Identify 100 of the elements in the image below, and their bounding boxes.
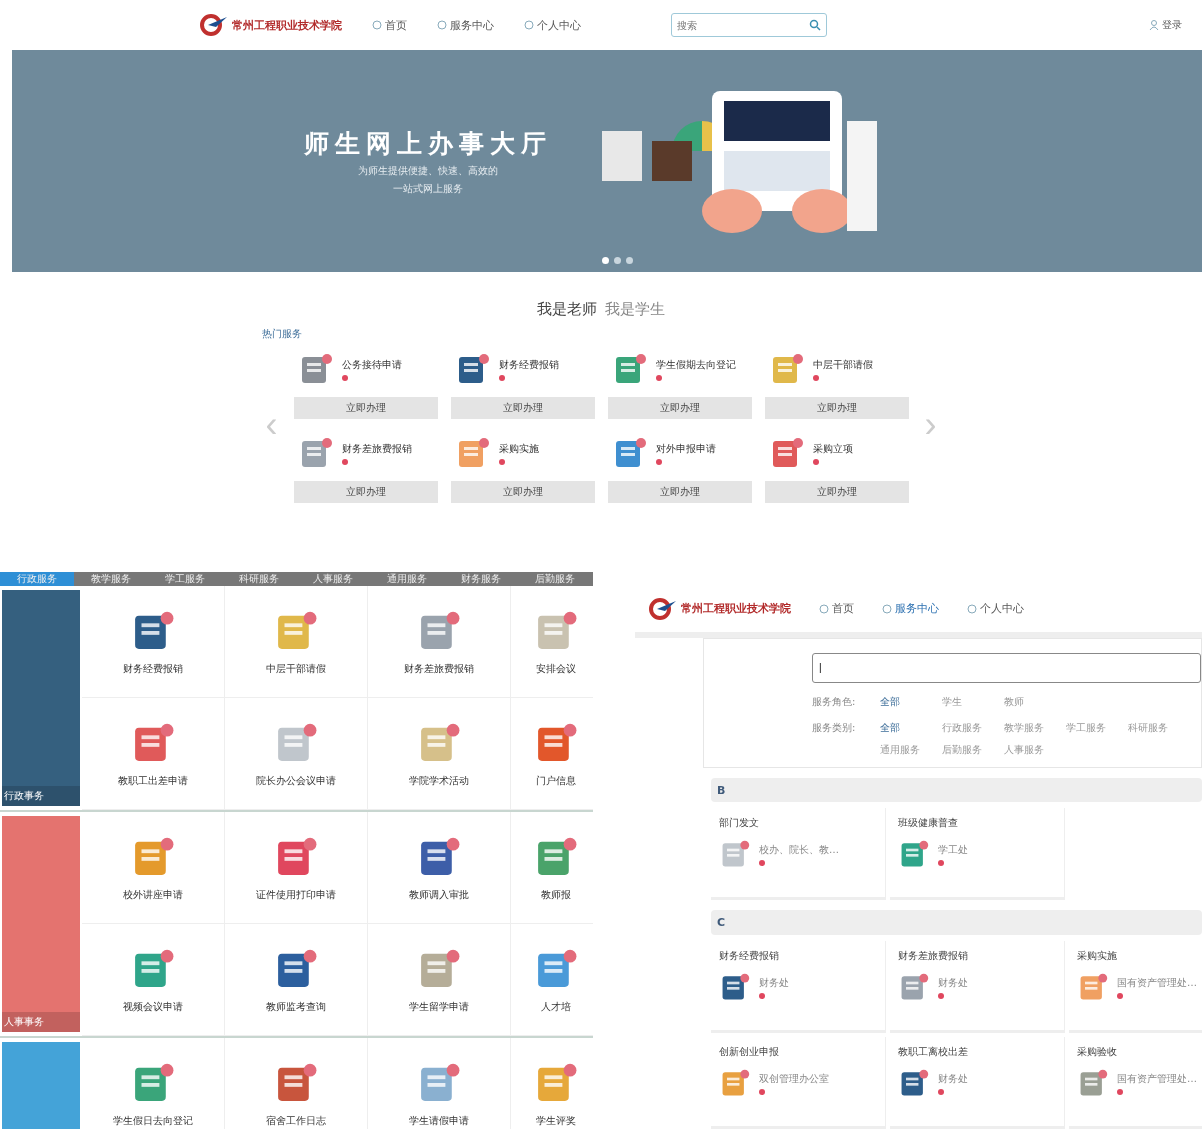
service-name: 采购实施 [498,441,539,456]
nav-icon [967,603,977,614]
service-tile[interactable]: 宿舍工作日志 [225,1038,368,1129]
search-field[interactable]: | [812,652,1201,683]
service-name: 班级健康普查 [898,816,959,831]
service-card[interactable]: 教职工离校出差 财务处 [890,1037,1065,1129]
department-text: 学工处 [938,842,968,857]
service-tile[interactable]: 视频会议申请 [82,924,225,1036]
apply-button[interactable]: 立即办理 [607,397,752,419]
service-tile[interactable]: 学生评奖 [511,1038,593,1129]
service-name: 财务经费报销 [498,357,559,372]
apply-button[interactable]: 立即办理 [764,481,909,503]
service-card[interactable]: 采购验收 国有资产管理处… [1069,1037,1202,1129]
service-name: 采购立项 [812,441,853,456]
service-tile[interactable]: 中层干部请假 [225,586,368,698]
service-name: 采购验收 [1077,1045,1118,1059]
service-tile[interactable]: 教师调入审批 [368,812,511,924]
service-name: 宿舍工作日志 [266,1113,326,1128]
category-tab[interactable]: 教学服务 [74,572,148,586]
service-tile[interactable]: 学生假日去向登记 [82,1038,225,1129]
login-link[interactable]: 登录 [1149,18,1182,32]
apply-button[interactable]: 立即办理 [450,481,595,503]
service-tile[interactable]: 财务经费报销 [82,586,225,698]
search-field[interactable]: 搜索 [671,13,827,37]
service-name: 学生假期去向登记 [655,357,736,372]
role-tab[interactable]: 我是学生 [605,300,665,319]
logo-icon [649,597,677,620]
banner-subtitle: 为师生提供便捷、快速、高效的 [358,163,498,178]
apply-button[interactable]: 立即办理 [764,397,909,419]
category-tab[interactable]: 通用服务 [370,572,444,586]
nav-link[interactable]: 个人中心 [967,601,1024,617]
letter-header: B [711,777,1202,803]
section-heading: 热门服务 [262,327,302,341]
service-tile[interactable]: 证件使用打印申请 [225,812,368,924]
service-tile[interactable]: 教师监考查询 [225,924,368,1036]
filter-option[interactable]: 全部 [880,720,942,735]
service-name: 人才培 [540,999,571,1014]
logo-text: 常州工程职业技术学院 [232,17,342,33]
banner-subtitle: 一站式网上服务 [393,181,463,196]
service-name: 教师调入审批 [409,887,469,902]
service-name: 中层干部请假 [266,661,326,676]
apply-button[interactable]: 立即办理 [450,397,595,419]
user-icon [1149,20,1159,30]
service-card[interactable]: 采购实施 国有资产管理处… [1069,941,1202,1033]
service-card[interactable]: 班级健康普查 学工处 [890,808,1065,901]
nav-link[interactable]: 首页 [372,17,407,33]
department-text: 财务处 [938,1071,968,1086]
service-tile[interactable]: 院长办公会议申请 [225,698,368,810]
search-icon [809,19,821,31]
service-name: 教职工出差申请 [118,773,188,788]
service-name: 财务经费报销 [719,949,780,963]
service-tile[interactable]: 财务差旅费报销 [368,586,511,698]
category-tab[interactable]: 后勤服务 [518,572,592,586]
category-tab[interactable]: 财务服务 [444,572,518,586]
service-name: 安排会议 [535,661,576,676]
service-tile[interactable]: 学院学术活动 [368,698,511,810]
service-card[interactable]: 财务差旅费报销 财务处 [890,941,1065,1033]
role-tab[interactable]: 我是老师 [537,300,597,319]
department-text: 财务处 [938,975,968,990]
department-text: 双创管理办公室 [759,1071,829,1086]
nav-link[interactable]: 服务中心 [437,17,494,33]
logo-text: 常州工程职业技术学院 [681,601,791,617]
service-tile[interactable]: 门户信息 [511,698,593,810]
carousel-dot[interactable] [626,257,633,264]
service-name: 财务差旅费报销 [404,661,474,676]
service-card[interactable]: 财务经费报销 财务处 [711,941,886,1033]
service-tile[interactable]: 学生请假申请 [368,1038,511,1129]
carousel-dot[interactable] [614,257,621,264]
service-name: 财务差旅费报销 [341,441,412,456]
service-name: 学生请假申请 [409,1113,469,1128]
service-tile[interactable]: 人才培 [511,924,593,1036]
category-tab[interactable]: 科研服务 [222,572,296,586]
category-tab[interactable]: 学工服务 [148,572,222,586]
nav-icon [372,20,382,30]
service-name: 院长办公会议申请 [256,773,336,788]
service-name: 学生留学申请 [409,999,469,1014]
service-name: 门户信息 [535,773,576,788]
service-name: 教职工离校出差 [898,1045,969,1059]
service-card[interactable]: 部门发文 校办、院长、教… [711,808,886,901]
category-tab[interactable]: 人事服务 [296,572,370,586]
service-name: 财务经费报销 [123,661,183,676]
filter-option[interactable]: 全部 [880,694,942,709]
nav-icon [882,603,892,614]
service-tile[interactable]: 教职工出差申请 [82,698,225,810]
nav-link[interactable]: 个人中心 [524,17,581,33]
service-tile[interactable]: 学生留学申请 [368,924,511,1036]
carousel-dot[interactable] [602,257,609,264]
apply-button[interactable]: 立即办理 [293,397,438,419]
department-text: 财务处 [759,975,789,990]
apply-button[interactable]: 立即办理 [607,481,752,503]
service-name: 证件使用打印申请 [256,887,336,902]
nav-link[interactable]: 首页 [819,601,854,617]
service-tile[interactable]: 校外讲座申请 [82,812,225,924]
service-name: 学生评奖 [535,1113,576,1128]
service-card[interactable]: 创新创业申报 双创管理办公室 [711,1037,886,1129]
apply-button[interactable]: 立即办理 [293,481,438,503]
service-tile[interactable]: 教师报 [511,812,593,924]
service-tile[interactable]: 安排会议 [511,586,593,698]
nav-link[interactable]: 服务中心 [882,601,939,617]
department-text: 校办、院长、教… [759,842,839,857]
